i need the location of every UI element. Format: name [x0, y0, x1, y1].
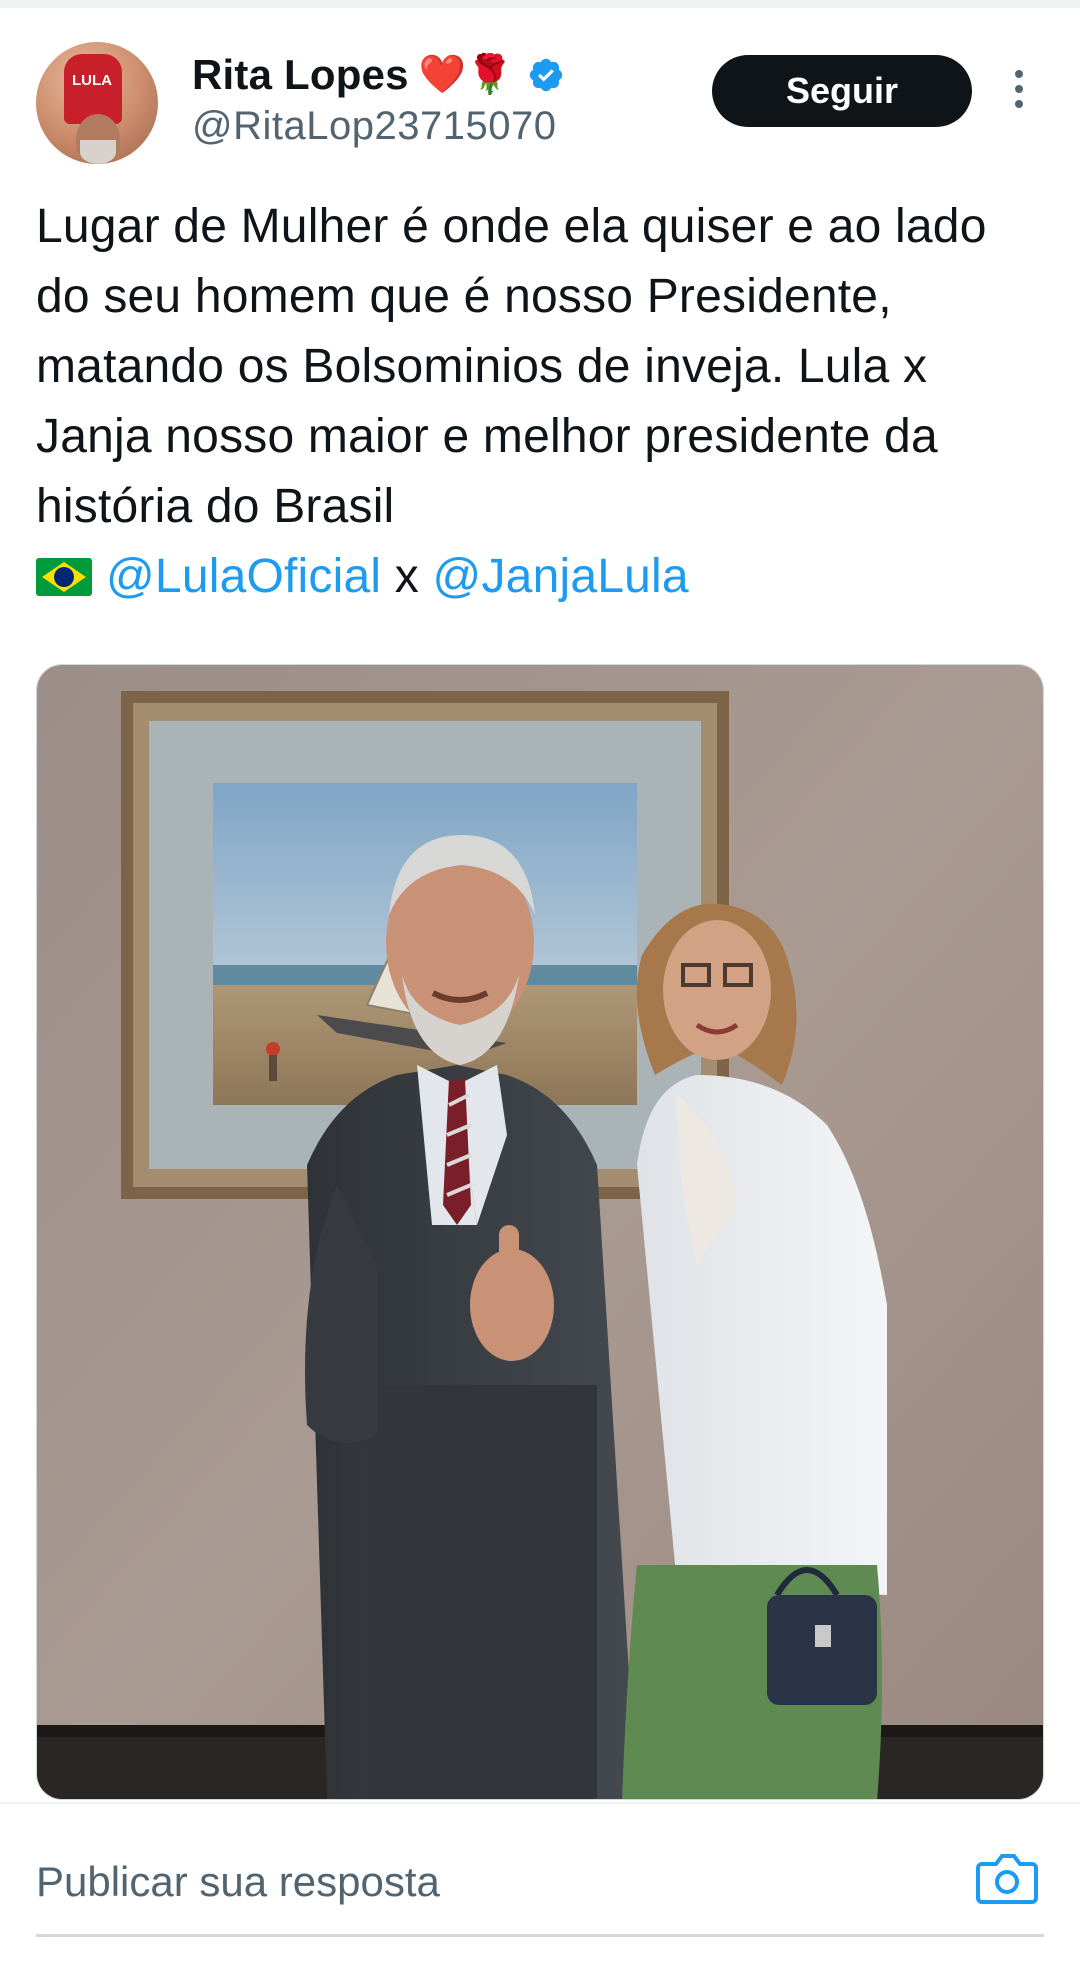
name-emojis: ❤️🌹: [418, 54, 514, 96]
avatar-shirt-text: LULA: [72, 72, 112, 89]
author-handle[interactable]: @RitaLop23715070: [192, 104, 556, 149]
display-name[interactable]: Rita Lopes: [192, 51, 409, 99]
reply-input[interactable]: [36, 1852, 936, 1912]
camera-icon[interactable]: [976, 1850, 1038, 1906]
mention-separator: x: [394, 550, 419, 603]
reply-underline: [36, 1934, 1044, 1937]
follow-button[interactable]: Seguir: [712, 55, 972, 127]
avatar[interactable]: LULA: [36, 42, 158, 164]
verified-badge-icon[interactable]: [527, 56, 565, 94]
tweet-photo[interactable]: [36, 664, 1044, 1800]
mention-janjalula[interactable]: @JanjaLula: [433, 550, 689, 603]
top-divider: [0, 0, 1080, 8]
tweet-detail-page: LULA Rita Lopes ❤️🌹 @RitaLop23715070 Seg…: [0, 0, 1080, 1974]
brazil-flag-icon: [36, 558, 92, 596]
avatar-beard: [80, 140, 116, 164]
tweet-text: Lugar de Mulher é onde ela quiser e ao l…: [36, 192, 1046, 612]
tweet-body: Lugar de Mulher é onde ela quiser e ao l…: [36, 200, 987, 533]
photo-illustration: [37, 665, 1043, 1799]
mention-lulaoficial[interactable]: @LulaOficial: [106, 550, 381, 603]
author-name-row[interactable]: Rita Lopes ❤️🌹: [192, 50, 565, 100]
more-vertical-icon[interactable]: [1004, 70, 1034, 112]
